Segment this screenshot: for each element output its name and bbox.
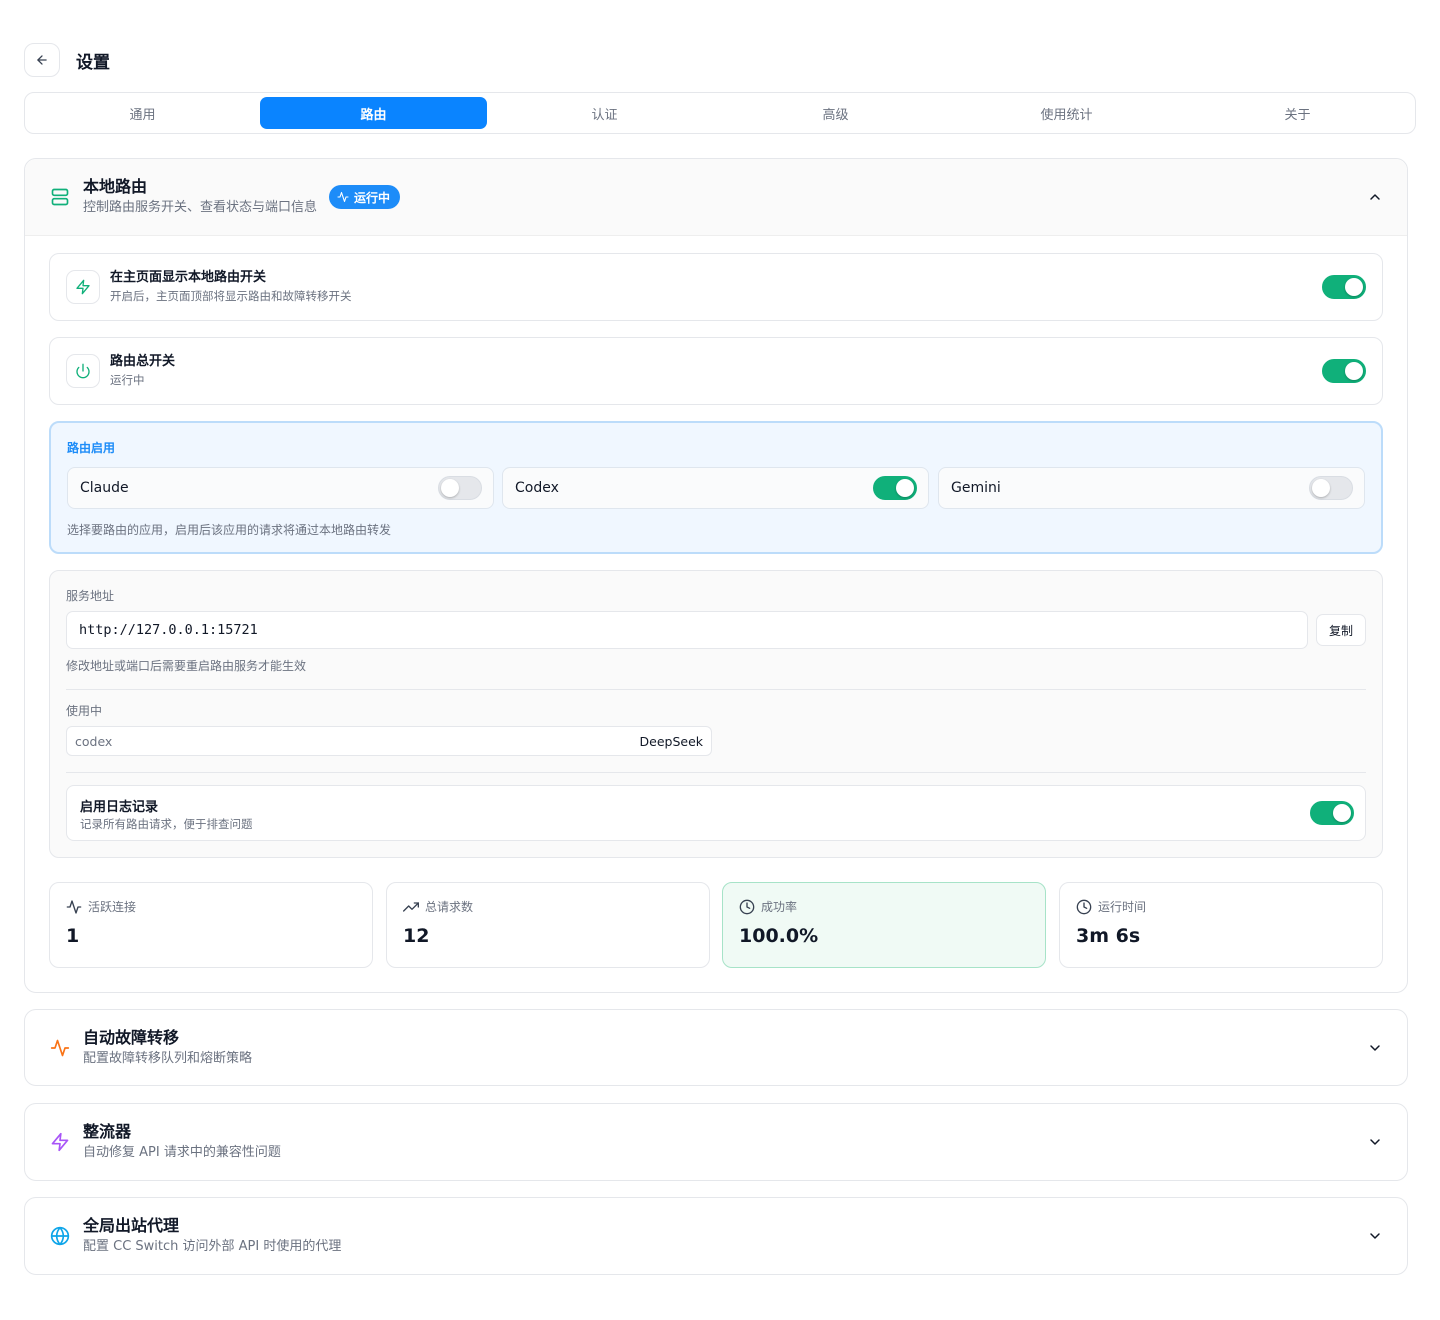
settings-tabs: 通用 路由 认证 高级 使用统计 关于 <box>24 92 1416 134</box>
page-title: 设置 <box>76 53 110 73</box>
stat-value: 1 <box>66 925 80 947</box>
activity-icon <box>337 191 349 203</box>
globe-icon <box>49 1225 71 1247</box>
local-route-header[interactable]: 本地路由 控制路由服务开关、查看状态与端口信息 运行中 <box>25 159 1407 236</box>
chevron-down-icon[interactable] <box>1367 1040 1383 1056</box>
proxy-header[interactable]: 全局出站代理 配置 CC Switch 访问外部 API 时使用的代理 <box>25 1198 1407 1274</box>
stat-value: 3m 6s <box>1076 925 1141 947</box>
stat-label: 成功率 <box>761 900 798 914</box>
zap-icon <box>49 1131 71 1153</box>
clock-icon <box>1076 899 1092 914</box>
in-use-provider: DeepSeek <box>639 733 704 749</box>
tab-general[interactable]: 通用 <box>29 97 256 129</box>
service-url-input[interactable]: http://127.0.0.1:15721 <box>66 611 1308 649</box>
proxy-subtitle: 配置 CC Switch 访问外部 API 时使用的代理 <box>83 1239 342 1254</box>
divider <box>66 772 1366 773</box>
rectifier-section[interactable]: 整流器 自动修复 API 请求中的兼容性问题 <box>24 1103 1408 1181</box>
master-switch-title: 路由总开关 <box>110 354 176 369</box>
stat-label: 活跃连接 <box>88 900 137 914</box>
stat-active-connections: 活跃连接 1 <box>49 882 373 968</box>
server-icon <box>49 186 71 208</box>
service-address-label: 服务地址 <box>66 589 115 603</box>
stat-uptime: 运行时间 3m 6s <box>1059 882 1383 968</box>
log-subtitle: 记录所有路由请求，便于排查问题 <box>80 817 253 831</box>
proxy-section[interactable]: 全局出站代理 配置 CC Switch 访问外部 API 时使用的代理 <box>24 1197 1408 1275</box>
stat-total-requests: 总请求数 12 <box>386 882 710 968</box>
codex-route-toggle[interactable] <box>873 476 917 500</box>
route-enable-box: 路由启用 Claude Codex Gemini 选择要路由的应用，启用后该应用… <box>49 421 1383 554</box>
clock-icon <box>739 899 755 914</box>
trending-up-icon <box>403 901 419 912</box>
log-title: 启用日志记录 <box>80 800 159 815</box>
failover-section[interactable]: 自动故障转移 配置故障转移队列和熔断策略 <box>24 1009 1408 1086</box>
chevron-down-icon[interactable] <box>1367 1134 1383 1150</box>
local-route-subtitle: 控制路由服务开关、查看状态与端口信息 <box>83 200 318 215</box>
stat-label: 总请求数 <box>425 900 474 914</box>
app-name: Claude <box>80 480 129 496</box>
local-route-title: 本地路由 <box>83 177 148 196</box>
master-switch-subtitle: 运行中 <box>110 373 145 387</box>
tab-auth[interactable]: 认证 <box>491 97 718 129</box>
stat-value: 100.0% <box>739 925 819 947</box>
show-route-switch-toggle[interactable] <box>1322 275 1366 299</box>
failover-header[interactable]: 自动故障转移 配置故障转移队列和熔断策略 <box>25 1010 1407 1086</box>
rectifier-subtitle: 自动修复 API 请求中的兼容性问题 <box>83 1145 281 1160</box>
arrow-left-icon <box>37 55 47 65</box>
back-button[interactable] <box>24 43 60 77</box>
zap-icon <box>66 270 100 304</box>
app-card-codex: Codex <box>502 467 929 509</box>
chevron-down-icon[interactable] <box>1367 1228 1383 1244</box>
show-route-switch-title: 在主页面显示本地路由开关 <box>110 270 267 285</box>
chevron-up-icon[interactable] <box>1367 189 1383 205</box>
gemini-route-toggle[interactable] <box>1309 476 1353 500</box>
app-name: Codex <box>515 480 559 496</box>
show-route-switch-subtitle: 开启后，主页面顶部将显示路由和故障转移开关 <box>110 289 352 303</box>
service-box: 服务地址 http://127.0.0.1:15721 复制 修改地址或端口后需… <box>49 570 1383 858</box>
app-name: Gemini <box>951 480 1001 496</box>
local-route-section: 本地路由 控制路由服务开关、查看状态与端口信息 运行中 在主页面显示本地路由开关… <box>24 158 1408 993</box>
app-card-claude: Claude <box>67 467 494 509</box>
divider <box>66 689 1366 690</box>
in-use-app: codex <box>75 733 113 749</box>
status-badge-label: 运行中 <box>354 190 391 205</box>
tab-routing[interactable]: 路由 <box>260 97 487 129</box>
in-use-pair: codex DeepSeek <box>66 726 712 756</box>
log-toggle[interactable] <box>1310 801 1354 825</box>
failover-subtitle: 配置故障转移队列和熔断策略 <box>83 1051 253 1066</box>
tab-usage-stats[interactable]: 使用统计 <box>953 97 1180 129</box>
app-card-gemini: Gemini <box>938 467 1365 509</box>
route-enable-title: 路由启用 <box>67 441 116 455</box>
stat-label: 运行时间 <box>1098 900 1147 914</box>
stat-value: 12 <box>403 925 430 947</box>
copy-button[interactable]: 复制 <box>1316 614 1366 646</box>
proxy-title: 全局出站代理 <box>83 1216 180 1235</box>
log-row: 启用日志记录 记录所有路由请求，便于排查问题 <box>66 785 1366 841</box>
route-enable-note: 选择要路由的应用，启用后该应用的请求将通过本地路由转发 <box>67 523 392 537</box>
claude-route-toggle[interactable] <box>438 476 482 500</box>
show-route-switch-row: 在主页面显示本地路由开关 开启后，主页面顶部将显示路由和故障转移开关 <box>49 253 1383 321</box>
activity-icon <box>49 1037 71 1059</box>
power-icon <box>66 354 100 388</box>
activity-icon <box>66 899 82 914</box>
service-note: 修改地址或端口后需要重启路由服务才能生效 <box>66 659 307 673</box>
stat-success-rate: 成功率 100.0% <box>722 882 1046 968</box>
tab-about[interactable]: 关于 <box>1184 97 1411 129</box>
in-use-label: 使用中 <box>66 704 103 718</box>
master-switch-toggle[interactable] <box>1322 359 1366 383</box>
status-badge: 运行中 <box>329 185 401 209</box>
rectifier-header[interactable]: 整流器 自动修复 API 请求中的兼容性问题 <box>25 1104 1407 1180</box>
master-switch-row: 路由总开关 运行中 <box>49 337 1383 405</box>
rectifier-title: 整流器 <box>83 1122 132 1141</box>
tab-advanced[interactable]: 高级 <box>722 97 949 129</box>
failover-title: 自动故障转移 <box>83 1028 180 1047</box>
